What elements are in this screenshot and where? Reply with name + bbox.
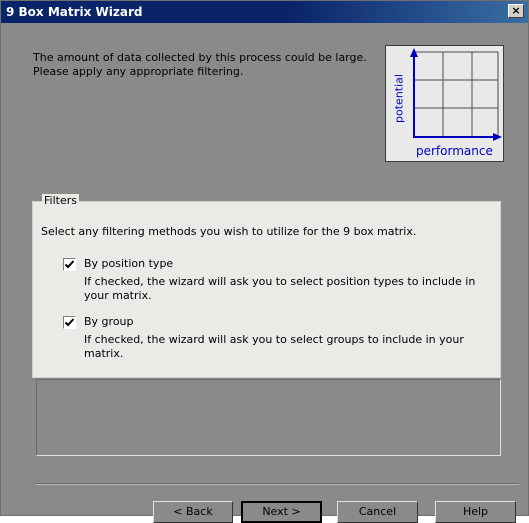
wizard-window: 9 Box Matrix Wizard × The amount of data… — [0, 0, 529, 523]
position-type-label[interactable]: By position type — [84, 257, 173, 270]
button-separator — [36, 483, 519, 485]
filters-group: Filters Select any filtering methods you… — [32, 194, 501, 378]
filters-legend: Filters — [42, 194, 79, 207]
intro-text: The amount of data collected by this pro… — [33, 51, 373, 79]
performance-axis-label: performance — [416, 144, 493, 158]
empty-content-panel — [36, 379, 501, 456]
title-bar[interactable]: 9 Box Matrix Wizard × — [1, 1, 528, 23]
window-title: 9 Box Matrix Wizard — [6, 5, 143, 19]
help-button[interactable]: Help — [435, 501, 516, 523]
checkmark-icon — [64, 318, 75, 327]
intro-line-2: Please apply any appropriate filtering. — [33, 65, 244, 78]
next-button[interactable]: Next > — [241, 501, 322, 523]
cancel-button[interactable]: Cancel — [337, 501, 418, 523]
checkmark-icon — [64, 260, 75, 269]
close-button[interactable]: × — [508, 4, 524, 18]
wizard-client-area: The amount of data collected by this pro… — [1, 23, 528, 523]
group-checkbox[interactable] — [63, 316, 76, 329]
group-help: If checked, the wizard will ask you to s… — [84, 333, 464, 360]
nine-box-matrix-illustration: potential performance — [385, 45, 504, 162]
intro-line-1: The amount of data collected by this pro… — [33, 51, 367, 64]
position-type-help: If checked, the wizard will ask you to s… — [84, 275, 476, 302]
potential-axis-label: potential — [392, 74, 406, 123]
group-label[interactable]: By group — [84, 315, 134, 328]
filters-description: Select any filtering methods you wish to… — [41, 225, 417, 238]
back-button[interactable]: < Back — [153, 501, 233, 523]
position-type-checkbox[interactable] — [63, 258, 76, 271]
